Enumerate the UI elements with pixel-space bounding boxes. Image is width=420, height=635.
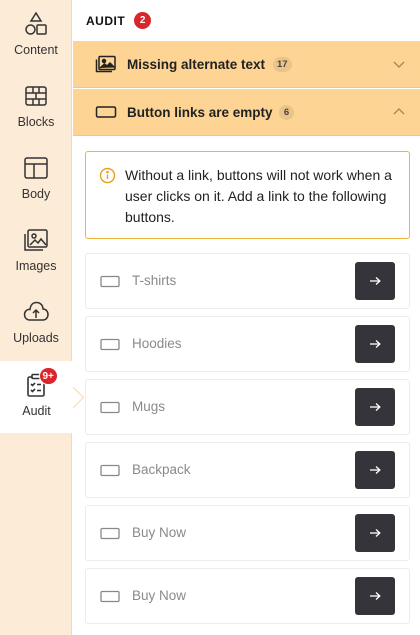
layout-icon bbox=[22, 154, 50, 182]
sidebar-item-label: Audit bbox=[22, 404, 51, 418]
button-label: Backpack bbox=[132, 462, 191, 477]
go-to-button[interactable] bbox=[355, 262, 395, 300]
sidebar-item-label: Content bbox=[14, 43, 58, 57]
button-label: Buy Now bbox=[132, 525, 187, 540]
accordion-missing-alt-text[interactable]: Missing alternate text 17 bbox=[73, 41, 420, 88]
accordion-count: 6 bbox=[279, 105, 294, 120]
notice-text: Without a link, buttons will not work wh… bbox=[125, 167, 392, 225]
button-icon bbox=[95, 103, 117, 121]
go-to-button[interactable] bbox=[355, 577, 395, 615]
info-notice: Without a link, buttons will not work wh… bbox=[85, 151, 410, 239]
image-icon bbox=[22, 226, 50, 254]
go-to-button[interactable] bbox=[355, 451, 395, 489]
go-to-button[interactable] bbox=[355, 325, 395, 363]
cloud-upload-icon bbox=[22, 298, 50, 326]
arrow-right-icon bbox=[370, 466, 381, 474]
arrow-right-icon bbox=[370, 403, 381, 411]
chevron-down-icon bbox=[392, 58, 406, 70]
button-label: Buy Now bbox=[132, 588, 187, 603]
panel-header: AUDIT 2 bbox=[86, 12, 152, 29]
sidebar-item-blocks[interactable]: Blocks bbox=[0, 72, 72, 144]
sidebar-item-label: Uploads bbox=[13, 331, 59, 345]
button-label: Mugs bbox=[132, 399, 166, 414]
sidebar-item-label: Blocks bbox=[17, 115, 55, 129]
bricks-icon bbox=[22, 82, 50, 110]
button-link-row: Buy Now bbox=[85, 505, 410, 561]
info-icon bbox=[99, 167, 116, 184]
accordion-title: Button links are empty bbox=[127, 104, 273, 120]
sidebar-item-label: Body bbox=[21, 187, 51, 201]
button-link-row: Mugs bbox=[85, 379, 410, 435]
button-label: T-shirts bbox=[132, 273, 177, 288]
button-icon bbox=[100, 275, 120, 288]
go-to-button[interactable] bbox=[355, 514, 395, 552]
sidebar-item-uploads[interactable]: Uploads bbox=[0, 288, 72, 360]
accordion-button-links-empty[interactable]: Button links are empty 6 bbox=[73, 89, 420, 136]
sidebar-item-body[interactable]: Body bbox=[0, 144, 72, 216]
button-icon bbox=[100, 338, 120, 351]
issue-count-badge: 2 bbox=[134, 12, 152, 29]
sidebar: Content Blocks Body Images Uploads 9+ Au… bbox=[0, 0, 73, 635]
sidebar-item-content[interactable]: Content bbox=[0, 0, 72, 72]
notification-badge: 9+ bbox=[38, 367, 58, 385]
sidebar-item-label: Images bbox=[15, 259, 57, 273]
button-icon bbox=[100, 401, 120, 414]
clipboard-check-icon: 9+ bbox=[23, 367, 58, 399]
sidebar-item-audit[interactable]: 9+ Audit bbox=[0, 361, 73, 433]
button-link-row: Backpack bbox=[85, 442, 410, 498]
button-icon bbox=[100, 590, 120, 603]
accordion-title: Missing alternate text bbox=[127, 56, 266, 72]
shapes-icon bbox=[22, 10, 50, 38]
image-icon bbox=[95, 55, 117, 73]
go-to-button[interactable] bbox=[355, 388, 395, 426]
audit-panel: AUDIT 2 Missing alternate text 17 Button… bbox=[73, 0, 420, 635]
button-label: Hoodies bbox=[132, 336, 182, 351]
accordion-count: 17 bbox=[273, 57, 292, 72]
button-link-row: Hoodies bbox=[85, 316, 410, 372]
page-title: AUDIT bbox=[86, 13, 126, 28]
arrow-right-icon bbox=[370, 592, 381, 600]
arrow-right-icon bbox=[370, 277, 381, 285]
button-icon bbox=[100, 527, 120, 540]
button-icon bbox=[100, 464, 120, 477]
arrow-right-icon bbox=[370, 340, 381, 348]
arrow-right-icon bbox=[370, 529, 381, 537]
button-link-row: T-shirts bbox=[85, 253, 410, 309]
button-link-row: Buy Now bbox=[85, 568, 410, 624]
sidebar-item-images[interactable]: Images bbox=[0, 216, 72, 288]
chevron-up-icon bbox=[392, 106, 406, 118]
